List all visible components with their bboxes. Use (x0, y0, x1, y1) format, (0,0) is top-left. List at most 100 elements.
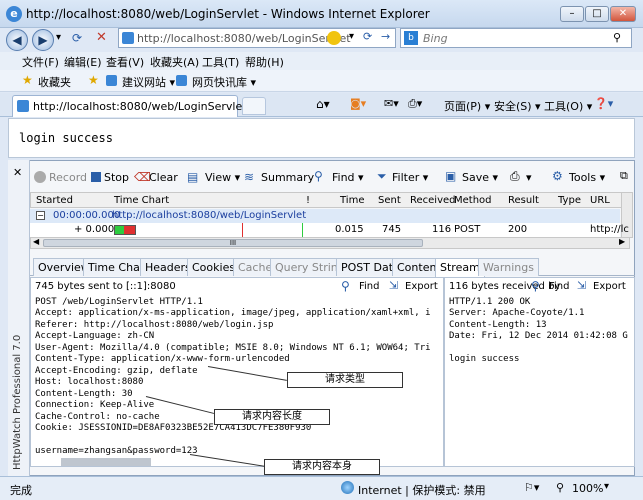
status-text: 完成 (10, 484, 32, 497)
request-line: POST /web/LoginServlet HTTP/1.1 (35, 297, 203, 307)
add-favorite-icon[interactable]: ★ (88, 73, 99, 87)
export-link[interactable]: Export (405, 281, 438, 292)
export-icon: ⇲ (577, 279, 587, 292)
protected-mode-icon[interactable]: ⚐▾ (524, 481, 539, 494)
response-body: login success (449, 354, 520, 364)
table-row-request[interactable]: + 0.000 0.015 745 116 POST 200 http://lc (30, 223, 629, 237)
clear-button[interactable]: Clear (149, 171, 178, 184)
globe-icon (341, 481, 354, 494)
col-started[interactable]: Started (36, 195, 73, 206)
record-button[interactable]: Record (49, 171, 87, 184)
menu-edit[interactable]: 编辑(E) (64, 54, 102, 70)
time-chart-marker (302, 223, 303, 237)
col-url[interactable]: URL (590, 195, 610, 206)
close-window-button[interactable]: ✕ (610, 6, 636, 22)
zoom-dropdown-icon[interactable]: ▾ (604, 481, 609, 492)
sent-summary: 745 bytes sent to [::1]:8080 (35, 281, 176, 292)
tools-button[interactable]: Tools ▾ (569, 171, 605, 184)
save-button[interactable]: Save ▾ (462, 171, 498, 184)
scroll-right-icon[interactable]: ▶ (619, 237, 625, 246)
search-icon[interactable]: ⚲ (613, 31, 621, 44)
tab-page-icon (17, 100, 29, 112)
menu-view[interactable]: 查看(V) (106, 54, 144, 70)
feeds-icon[interactable]: ◙▾ (350, 97, 366, 110)
find-link[interactable]: Find (359, 281, 380, 292)
stop-record-icon (91, 172, 101, 182)
collapse-icon[interactable]: − (36, 211, 45, 220)
minimize-button[interactable]: – (560, 6, 584, 22)
menu-favorites[interactable]: 收藏夹(A) (150, 54, 199, 70)
tools-icon: ⚙ (552, 169, 563, 183)
help-menu[interactable]: ❓▾ (594, 97, 613, 110)
rss-refresh-icon[interactable]: ⟳ (363, 30, 372, 43)
history-dropdown-icon[interactable]: ▾ (56, 32, 61, 43)
print-icon[interactable]: ⎙▾ (408, 97, 422, 111)
address-input[interactable]: http://localhost:8080/web/LoginServlet (137, 32, 351, 45)
menu-file[interactable]: 文件(F) (22, 54, 59, 70)
col-result[interactable]: Result (508, 195, 539, 206)
favorites-button[interactable]: 收藏夹 (38, 74, 71, 90)
col-type[interactable]: Type (558, 195, 581, 206)
row-started: 00:00:00.000 (53, 210, 121, 221)
col-time[interactable]: Time (340, 195, 364, 206)
zoom-level[interactable]: 100% (572, 482, 603, 495)
row-url: http://lc (590, 224, 629, 235)
menu-help[interactable]: 帮助(H) (245, 54, 284, 70)
col-method[interactable]: Method (454, 195, 492, 206)
filter-button[interactable]: Filter ▾ (392, 171, 428, 184)
request-line: Content-Length: 30 (35, 389, 133, 399)
forward-button[interactable]: ▶ (32, 29, 54, 51)
export-link[interactable]: Export (593, 281, 626, 292)
record-icon (34, 171, 46, 183)
export-icon: ⇲ (389, 279, 399, 292)
col-time-chart[interactable]: Time Chart (114, 195, 169, 206)
request-line: User-Agent: Mozilla/4.0 (compatible; MSI… (35, 343, 431, 353)
table-row-page[interactable]: − 00:00:00.000 http://localhost:8080/web… (30, 209, 620, 223)
request-line: Host: localhost:8080 (35, 377, 144, 387)
safety-menu[interactable]: 安全(S) ▾ (494, 98, 541, 114)
tools-menu[interactable]: 工具(O) ▾ (544, 98, 592, 114)
home-icon[interactable]: ⌂▾ (316, 97, 330, 111)
pane-scroll-thumb[interactable] (61, 458, 151, 466)
find-button[interactable]: Find ▾ (332, 171, 364, 184)
page-text: login success (19, 131, 113, 145)
col-warning[interactable]: ! (306, 195, 310, 206)
col-sent[interactable]: Sent (378, 195, 401, 206)
response-line: Server: Apache-Coyote/1.1 (449, 308, 585, 318)
browser-tab[interactable]: http://localhost:8080/web/LoginServlet (12, 95, 247, 117)
maximize-button[interactable]: □ (585, 6, 609, 22)
address-dropdown-icon[interactable]: ▾ (349, 31, 354, 42)
tab-warnings[interactable]: Warnings (478, 258, 539, 276)
find-link[interactable]: Find (549, 281, 570, 292)
suggested-sites-link[interactable]: 建议网站 ▾ (122, 74, 175, 90)
view-button[interactable]: View ▾ (205, 171, 240, 184)
favorites-bar: ★ 收藏夹 ★ 建议网站 ▾ 网页快讯库 ▾ (0, 70, 643, 92)
security-zone[interactable]: Internet | 保护模式: 禁用 (358, 482, 486, 498)
refresh-icon[interactable]: ⟳ (72, 31, 82, 45)
new-tab-button[interactable] (242, 97, 266, 115)
close-panel-icon[interactable]: ✕ (13, 166, 22, 179)
stop-icon[interactable]: ✕ (96, 30, 107, 45)
stop-button[interactable]: Stop (104, 171, 129, 184)
address-bar[interactable]: http://localhost:8080/web/LoginServlet ▾… (118, 28, 396, 48)
print-dropdown[interactable]: ▾ (526, 171, 532, 184)
scroll-thumb[interactable]: III (43, 239, 423, 247)
search-box[interactable]: b Bing ⚲ (400, 28, 632, 48)
web-slice-gallery-link[interactable]: 网页快讯库 ▾ (192, 74, 256, 90)
page-menu[interactable]: 页面(P) ▾ (444, 98, 490, 114)
search-input[interactable]: Bing (423, 32, 448, 45)
grid-horizontal-scrollbar[interactable]: ◀ III ▶ (30, 237, 630, 249)
suggested-sites-icon (106, 75, 117, 86)
panel-options-icon[interactable]: ⧉ (620, 169, 628, 183)
go-icon[interactable]: → (381, 30, 390, 43)
scroll-left-icon[interactable]: ◀ (33, 237, 39, 246)
web-slice-icon (176, 75, 187, 86)
mail-icon[interactable]: ✉▾ (384, 97, 399, 110)
col-received[interactable]: Received (410, 195, 456, 206)
summary-button[interactable]: Summary (261, 171, 314, 184)
menu-tools[interactable]: 工具(T) (202, 54, 239, 70)
window-title: http://localhost:8080/web/LoginServlet -… (26, 7, 430, 21)
response-line: HTTP/1.1 200 OK (449, 297, 531, 307)
compat-view-icon[interactable] (327, 31, 341, 45)
back-button[interactable]: ◀ (6, 29, 28, 51)
